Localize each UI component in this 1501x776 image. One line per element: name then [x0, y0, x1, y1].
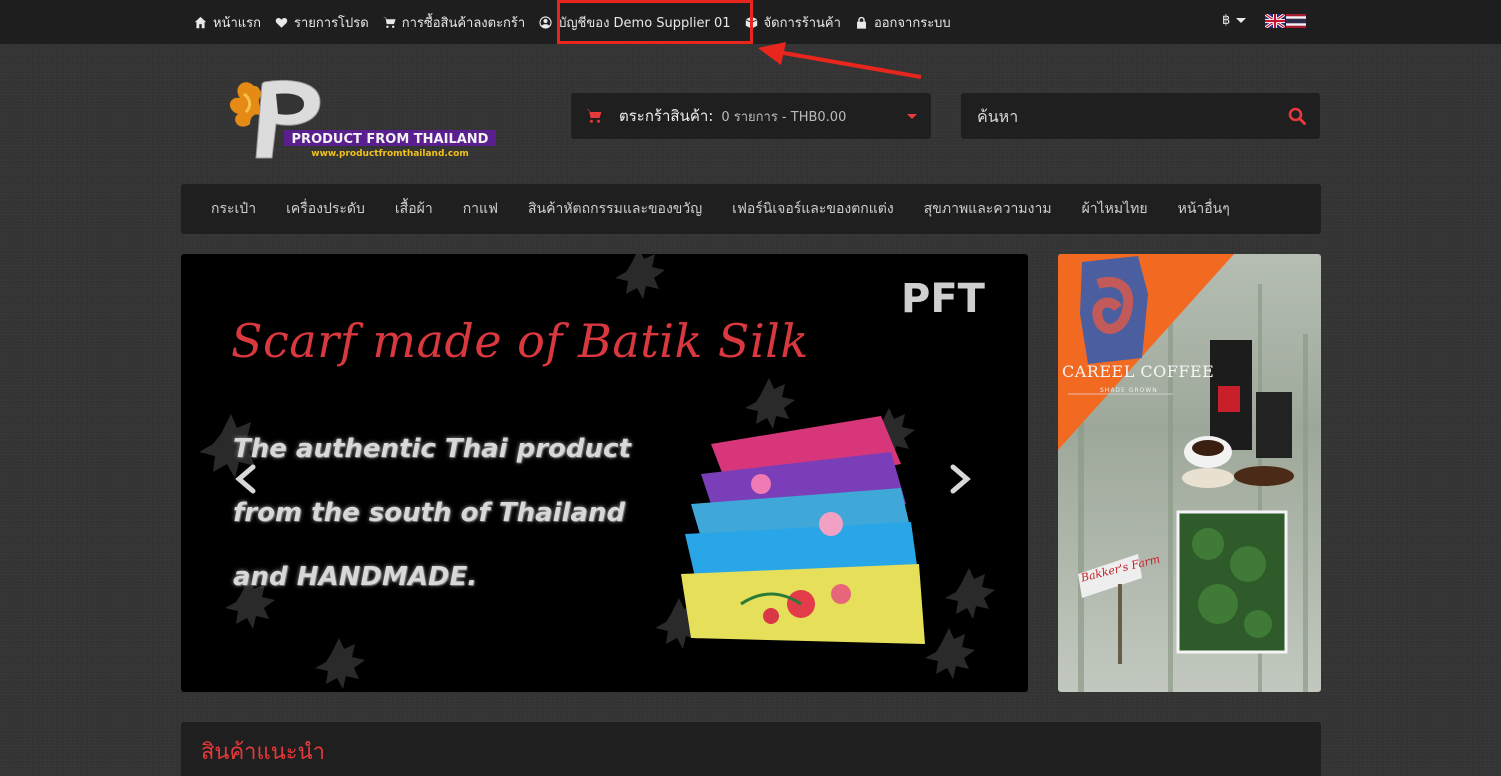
- thai-flag-icon[interactable]: [1286, 14, 1306, 28]
- category-item-other-pages[interactable]: หน้าอื่นๆ: [1178, 198, 1230, 220]
- home-link[interactable]: หน้าแรก: [194, 12, 261, 33]
- wishlist-link[interactable]: รายการโปรด: [275, 12, 369, 33]
- currency-selector[interactable]: ฿: [1222, 13, 1247, 28]
- coffee-banner-art: [1058, 254, 1308, 692]
- heart-icon: [275, 17, 288, 28]
- recommended-section: สินค้าแนะนำ: [181, 722, 1321, 776]
- cart-summary: 0 รายการ - THB0.00: [721, 109, 847, 125]
- manage-store-link[interactable]: จัดการร้านค้า: [745, 12, 841, 33]
- category-item-thai-silk[interactable]: ผ้าไหมไทย: [1082, 198, 1148, 220]
- category-item-coffee[interactable]: กาแฟ: [463, 198, 498, 220]
- category-item-handicrafts[interactable]: สินค้าหัตถกรรมและของขวัญ: [528, 198, 702, 220]
- slide-brand-text: PFT: [901, 276, 985, 322]
- logo-brand-text: PRODUCT FROM THAILAND: [292, 132, 489, 147]
- banner-brand-name: CAREEL COFFEE: [1062, 362, 1215, 381]
- coffee-promo-banner[interactable]: CAREEL COFFEE SHADE GROWN Bakker's Farm: [1058, 254, 1321, 692]
- slide-brand-mark: PFT: [901, 276, 985, 322]
- slide-line-2: from the south of Thailand: [233, 498, 626, 528]
- top-bar: หน้าแรก รายการโปรด การซื้อสินค้าลงตะกร้า…: [0, 0, 1501, 44]
- uk-flag-icon[interactable]: [1265, 14, 1285, 28]
- cart-icon: [586, 109, 602, 123]
- cart-title: ตระกร้าสินค้า:: [619, 107, 714, 125]
- cart-link-label: การซื้อสินค้าลงตะกร้า: [401, 15, 526, 31]
- slider-next-arrow[interactable]: [947, 464, 973, 494]
- wishlist-link-label: รายการโปรด: [294, 15, 369, 31]
- hero-slider[interactable]: PFT Scarf made of Batik Silk The authent…: [181, 254, 1028, 692]
- logout-label: ออกจากระบบ: [873, 15, 951, 31]
- category-item-clothing[interactable]: เสื้อผ้า: [395, 198, 433, 220]
- chevron-down-icon: [907, 113, 917, 119]
- banner-sub-text: SHADE GROWN: [1100, 387, 1158, 394]
- search-icon[interactable]: [1288, 107, 1306, 125]
- search-box: [961, 93, 1320, 139]
- user-circle-icon: [539, 15, 552, 29]
- account-highlight-box: [557, 0, 753, 44]
- home-icon: [194, 16, 207, 28]
- cart-icon: [382, 16, 396, 28]
- logo-url-text: www.productfromthailand.com: [311, 149, 468, 159]
- category-item-furniture[interactable]: เฟอร์นิเจอร์และของตกแต่ง: [732, 198, 894, 220]
- currency-symbol: ฿: [1222, 13, 1231, 28]
- site-logo[interactable]: PRODUCT FROM THAILAND www.productfromtha…: [224, 76, 500, 162]
- category-item-bags[interactable]: กระเป๋า: [211, 198, 256, 220]
- slide-line-3: and HANDMADE.: [233, 562, 478, 592]
- batik-scarves-image: [681, 416, 925, 644]
- home-link-label: หน้าแรก: [213, 15, 261, 31]
- slide-title: Scarf made of Batik Silk: [231, 314, 809, 368]
- category-item-health-beauty[interactable]: สุขภาพและความงาม: [924, 198, 1052, 220]
- slider-prev-arrow[interactable]: [233, 464, 259, 494]
- lock-icon: [856, 16, 866, 29]
- slide-line-1: The authentic Thai product: [233, 434, 631, 464]
- recommended-title: สินค้าแนะนำ: [201, 740, 325, 765]
- logout-link[interactable]: ออกจากระบบ: [855, 12, 951, 33]
- search-input[interactable]: [961, 93, 1261, 139]
- category-menu: กระเป๋า เครื่องประดับ เสื้อผ้า กาแฟ สินค…: [181, 184, 1321, 234]
- red-arrow-annotation: [758, 42, 922, 79]
- category-item-jewelry[interactable]: เครื่องประดับ: [286, 198, 365, 220]
- manage-store-label: จัดการร้านค้า: [763, 15, 841, 31]
- cart-dropdown[interactable]: ตระกร้าสินค้า: 0 รายการ - THB0.00: [571, 93, 931, 139]
- chevron-down-icon: [1236, 18, 1247, 23]
- cart-link[interactable]: การซื้อสินค้าลงตะกร้า: [382, 12, 526, 33]
